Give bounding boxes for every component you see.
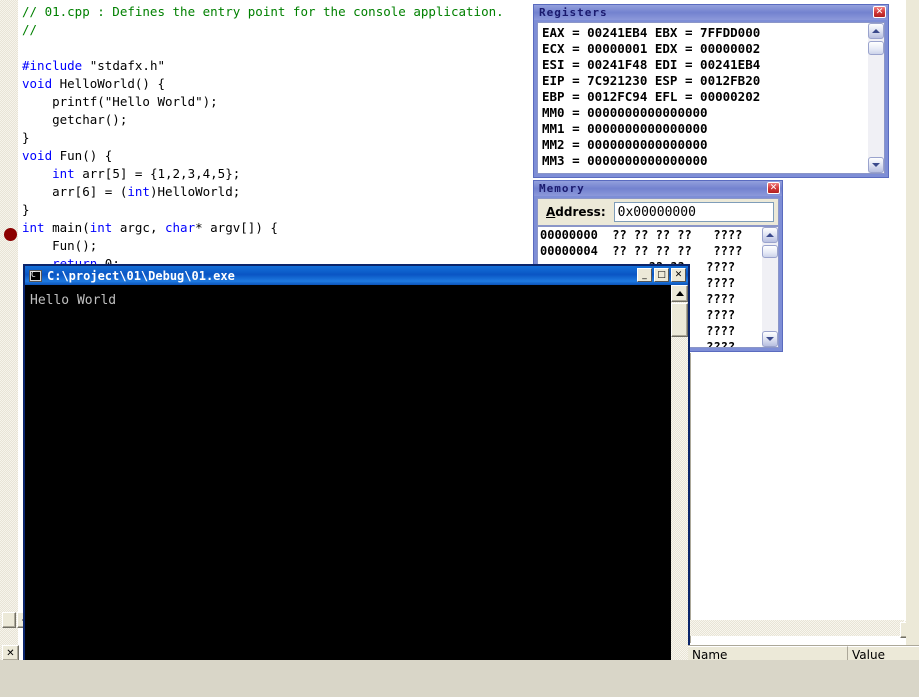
- code-line: //: [22, 22, 38, 37]
- code-line: int arr[5] = {1,2,3,4,5};: [52, 166, 241, 181]
- close-icon: ✕: [875, 6, 884, 17]
- code-line: printf("Hello World");: [22, 94, 218, 109]
- registers-close-button[interactable]: ✕: [873, 6, 886, 18]
- console-app-icon: [29, 269, 42, 282]
- hscroll-track[interactable]: [690, 620, 904, 636]
- registers-window[interactable]: Registers ✕ EAX = 00241EB4 EBX = 7FFDD00…: [533, 4, 889, 178]
- registers-title: Registers: [539, 6, 608, 19]
- right-panel-hscrollbar[interactable]: [690, 620, 919, 636]
- code-line: void Fun() {: [22, 148, 113, 163]
- right-edge-strip: [906, 0, 919, 660]
- bottom-desktop-strip: [0, 660, 919, 697]
- register-row: MM0 = 0000000000000000: [542, 105, 708, 120]
- registers-scroll-down-button[interactable]: [868, 157, 884, 173]
- register-row: MM2 = 0000000000000000: [542, 137, 708, 152]
- code-line: }: [22, 202, 30, 217]
- registers-scroll-thumb[interactable]: [868, 41, 884, 55]
- code-line: #include "stdafx.h": [22, 58, 166, 73]
- memory-close-button[interactable]: ✕: [767, 182, 780, 194]
- console-maximize-button[interactable]: □: [654, 268, 669, 282]
- arrow-up-icon: [675, 290, 684, 296]
- code-line: }: [22, 130, 30, 145]
- memory-row: 00000000 ?? ?? ?? ?? ????: [540, 228, 743, 242]
- code-line: int main(int argc, char* argv[]) {: [22, 220, 278, 235]
- console-minimize-button[interactable]: _: [637, 268, 652, 282]
- register-row: MM3 = 0000000000000000: [542, 153, 708, 168]
- memory-scroll-thumb[interactable]: [762, 245, 778, 258]
- console-window-buttons: _ □ ✕: [637, 268, 686, 282]
- code-line: getchar();: [22, 112, 128, 127]
- memory-vscrollbar[interactable]: [762, 227, 778, 347]
- console-titlebar[interactable]: C:\project\01\Debug\01.exe _ □ ✕: [25, 266, 688, 285]
- console-title: C:\project\01\Debug\01.exe: [47, 268, 235, 283]
- code-line: // 01.cpp : Defines the entry point for …: [22, 4, 504, 19]
- console-scroll-up-button[interactable]: [671, 285, 688, 302]
- breakpoint-marker-icon[interactable]: [4, 228, 17, 241]
- registers-scroll-up-button[interactable]: [868, 23, 884, 39]
- code-line: arr[6] = (int)HelloWorld;: [22, 184, 241, 199]
- console-output-text: Hello World: [30, 293, 117, 308]
- right-side-panel[interactable]: [690, 353, 919, 643]
- register-row: EAX = 00241EB4 EBX = 7FFDD000: [542, 25, 761, 40]
- code-text[interactable]: // 01.cpp : Defines the entry point for …: [22, 3, 504, 291]
- memory-title: Memory: [539, 182, 585, 195]
- console-scroll-track[interactable]: [671, 285, 688, 695]
- registers-titlebar[interactable]: Registers: [534, 5, 888, 20]
- registers-values-text: EAX = 00241EB4 EBX = 7FFDD000 ECX = 00000…: [542, 25, 760, 169]
- register-row: EBP = 0012FC94 EFL = 00000202: [542, 89, 761, 104]
- register-row: ESI = 00241F48 EDI = 00241EB4: [542, 57, 761, 72]
- memory-scroll-down-button[interactable]: [762, 331, 778, 347]
- chevron-down-icon: [872, 163, 880, 167]
- console-close-button[interactable]: ✕: [671, 268, 686, 282]
- code-line: Fun();: [22, 238, 98, 253]
- chevron-down-icon: [766, 337, 774, 341]
- console-window[interactable]: C:\project\01\Debug\01.exe _ □ ✕ Hello W…: [23, 264, 690, 697]
- memory-scroll-up-button[interactable]: [762, 227, 778, 243]
- chevron-up-icon: [766, 233, 774, 237]
- close-icon: ✕: [769, 182, 778, 193]
- close-pane-button[interactable]: ✕: [2, 645, 19, 661]
- ide-window: // 01.cpp : Defines the entry point for …: [0, 0, 919, 697]
- memory-titlebar[interactable]: Memory: [534, 181, 782, 196]
- register-row: MM1 = 0000000000000000: [542, 121, 708, 136]
- editor-gutter[interactable]: [0, 0, 19, 660]
- console-vscrollbar[interactable]: [671, 285, 688, 695]
- address-label: Address:: [546, 205, 606, 219]
- console-output-area[interactable]: Hello World: [25, 285, 688, 695]
- code-line: void HelloWorld() {: [22, 76, 165, 91]
- register-row: ECX = 00000001 EDX = 00000002: [542, 41, 761, 56]
- editor-hscroll-thumb[interactable]: [2, 612, 16, 628]
- address-input[interactable]: 0x00000000: [613, 202, 774, 222]
- memory-row: 00000004 ?? ?? ?? ?? ????: [540, 244, 743, 258]
- register-row: EIP = 7C921230 ESP = 0012FB20: [542, 73, 761, 88]
- console-scroll-thumb[interactable]: [671, 303, 688, 337]
- chevron-up-icon: [872, 29, 880, 33]
- registers-list[interactable]: EAX = 00241EB4 EBX = 7FFDD000 ECX = 00000…: [537, 22, 885, 174]
- memory-address-row: Address: 0x00000000: [537, 198, 779, 226]
- registers-vscrollbar[interactable]: [868, 23, 884, 173]
- close-icon: ✕: [6, 647, 15, 659]
